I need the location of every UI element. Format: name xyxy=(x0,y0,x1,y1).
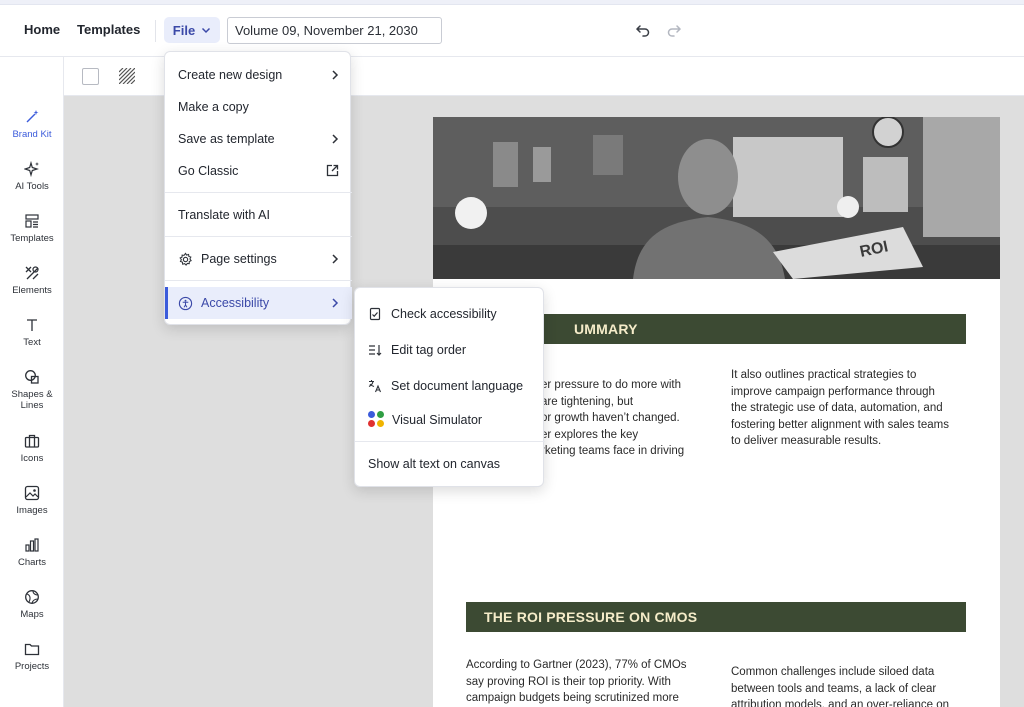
menu-item-check-accessibility[interactable]: Check accessibility xyxy=(355,299,545,329)
redo-icon[interactable] xyxy=(665,21,683,39)
chevron-down-icon xyxy=(202,27,211,34)
chart-icon xyxy=(25,538,39,552)
menu-item-accessibility[interactable]: Accessibility xyxy=(165,287,352,319)
file-dropdown-menu: Create new design Make a copy Save as te… xyxy=(164,51,352,325)
templates-icon xyxy=(25,214,39,228)
hero-illustration: ROI xyxy=(433,117,1000,279)
accessibility-submenu: Check accessibility Edit tag order Set d… xyxy=(354,287,545,487)
fill-color-swatch[interactable] xyxy=(82,68,99,85)
tag-order-icon xyxy=(369,345,382,356)
top-bar: Home Templates File xyxy=(0,5,1024,57)
home-link[interactable]: Home xyxy=(24,22,60,37)
menu-item-save-as-template[interactable]: Save as template xyxy=(165,123,352,155)
magic-wand-icon xyxy=(26,110,39,123)
sidebar-item-maps[interactable]: Maps xyxy=(0,589,64,620)
hero-image: ROI xyxy=(433,117,1000,279)
sidebar-item-shapes-lines[interactable]: Shapes & Lines xyxy=(0,369,64,411)
menu-item-make-a-copy[interactable]: Make a copy xyxy=(165,91,352,123)
sidebar-item-images[interactable]: Images xyxy=(0,485,64,516)
nav-divider xyxy=(155,20,156,42)
menu-divider xyxy=(165,280,352,281)
external-link-icon xyxy=(326,164,339,177)
menu-item-translate-with-ai[interactable]: Translate with AI xyxy=(165,199,352,231)
sidebar-item-elements[interactable]: Elements xyxy=(0,265,64,296)
roi-column-right[interactable]: Common challenges include siloed data be… xyxy=(731,664,981,707)
sidebar-item-icons[interactable]: Icons xyxy=(0,433,64,464)
document-title-input[interactable] xyxy=(227,17,442,44)
submenu-divider xyxy=(355,441,545,442)
section-banner-roi-pressure[interactable]: THE ROI PRESSURE ON CMOS xyxy=(466,602,966,632)
sidebar-item-charts[interactable]: Charts xyxy=(0,537,64,568)
shapes-icon xyxy=(25,370,39,384)
menu-item-go-classic[interactable]: Go Classic xyxy=(165,155,352,187)
summary-column-right[interactable]: It also outlines practical strategies to… xyxy=(731,367,981,450)
sidebar-item-ai-tools[interactable]: AI Tools xyxy=(0,161,64,192)
elements-icon xyxy=(25,266,39,280)
text-icon xyxy=(27,319,37,331)
templates-link[interactable]: Templates xyxy=(77,22,140,37)
clipboard-check-icon xyxy=(369,307,381,321)
menu-item-visual-simulator[interactable]: Visual Simulator xyxy=(355,405,545,435)
sparkle-icon xyxy=(24,161,39,177)
left-sidebar: Brand Kit AI Tools Templates Elements Te… xyxy=(0,57,64,707)
pattern-icon[interactable] xyxy=(119,68,135,84)
menu-item-edit-tag-order[interactable]: Edit tag order xyxy=(355,335,545,365)
chevron-right-icon xyxy=(332,134,339,144)
undo-icon[interactable] xyxy=(634,21,652,39)
chevron-right-icon xyxy=(332,254,339,264)
globe-icon xyxy=(25,590,39,604)
briefcase-icon xyxy=(24,434,40,448)
folder-icon xyxy=(24,643,40,656)
file-label: File xyxy=(172,22,196,38)
sidebar-item-templates[interactable]: Templates xyxy=(0,213,64,244)
color-dots-icon xyxy=(368,411,386,429)
roi-column-left[interactable]: According to Gartner (2023), 77% of CMOs… xyxy=(466,657,716,707)
chevron-right-icon xyxy=(332,298,339,308)
image-icon xyxy=(24,485,40,501)
menu-item-set-document-language[interactable]: Set document language xyxy=(355,371,545,401)
menu-item-create-new-design[interactable]: Create new design xyxy=(165,59,352,91)
sidebar-item-projects[interactable]: Projects xyxy=(0,641,64,672)
translate-icon xyxy=(368,380,382,393)
gear-icon xyxy=(179,251,192,266)
sidebar-item-text[interactable]: Text xyxy=(0,317,64,348)
accessibility-icon xyxy=(178,296,193,310)
menu-divider xyxy=(165,192,352,193)
chevron-right-icon xyxy=(332,70,339,80)
menu-divider xyxy=(165,236,352,237)
file-menu-button[interactable]: File xyxy=(164,17,220,43)
menu-item-page-settings[interactable]: Page settings xyxy=(165,243,352,275)
menu-item-show-alt-text[interactable]: Show alt text on canvas xyxy=(355,449,545,479)
sidebar-item-brand-kit[interactable]: Brand Kit xyxy=(0,109,64,140)
